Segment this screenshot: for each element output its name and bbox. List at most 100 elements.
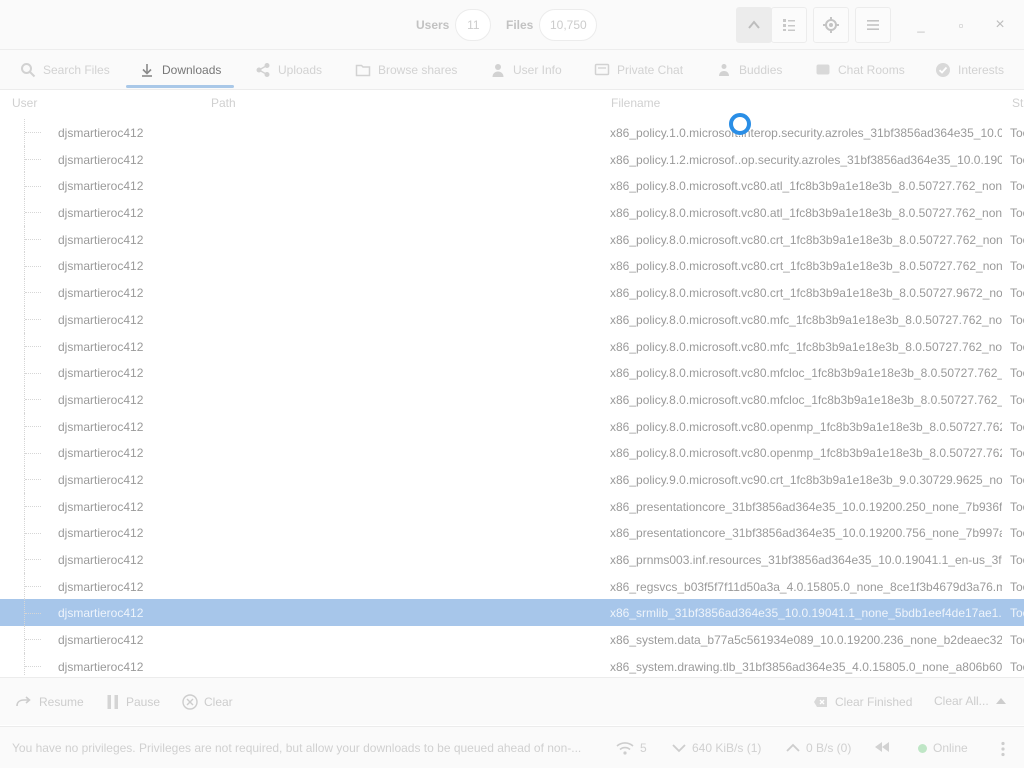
table-row[interactable]: djsmartieroc412 x86_policy.8.0.microsoft.…	[0, 385, 1024, 413]
table-row[interactable]: djsmartieroc412 x86_policy.8.0.microsoft.…	[0, 439, 1024, 466]
row-user: djsmartieroc412	[58, 366, 144, 381]
row-status: Too	[1010, 286, 1024, 301]
clear-all-label: Clear All...	[934, 694, 989, 708]
maximize-button[interactable]: ▫	[950, 14, 972, 36]
column-header-filename[interactable]: Filename	[611, 96, 660, 110]
table-row[interactable]: djsmartieroc412 x86_presentationcore_31bf…	[0, 492, 1024, 520]
tree-line	[25, 559, 41, 561]
upload-speed[interactable]: 0 B/s (0)	[786, 741, 851, 755]
tree-line	[25, 159, 41, 161]
row-status: Too	[1010, 659, 1024, 674]
download-speed[interactable]: 640 KiB/s (1)	[672, 741, 761, 755]
list-view-button[interactable]	[771, 7, 807, 43]
status-message: You have no privileges. Privileges are n…	[12, 741, 582, 755]
tab-uploads[interactable]: Uploads	[255, 50, 322, 90]
column-header-path[interactable]: Path	[211, 96, 236, 110]
row-status: Too	[1010, 419, 1024, 434]
row-user: djsmartieroc412	[58, 526, 144, 541]
tab-private-chat[interactable]: Private Chat	[594, 50, 683, 90]
clear-all-button[interactable]: Clear All...	[934, 694, 1007, 708]
chat-icon	[594, 63, 610, 76]
row-user: djsmartieroc412	[58, 392, 144, 407]
table-row[interactable]: djsmartieroc412 x86_policy.1.0.microsoft.…	[0, 119, 1024, 146]
tab-browse-shares[interactable]: Browse shares	[355, 50, 457, 90]
tree-line	[25, 239, 41, 241]
column-header-user[interactable]: User	[12, 96, 37, 110]
row-status: Too	[1010, 232, 1024, 247]
row-filename: x86_policy.8.0.microsoft.vc80.crt_1fc8b3…	[610, 286, 1002, 301]
tree-line	[25, 505, 41, 507]
clear-label: Clear	[204, 695, 233, 709]
away-toggle-button[interactable]	[874, 741, 890, 753]
table-row[interactable]: djsmartieroc412 x86_system.drawing.tlb_31…	[0, 652, 1024, 676]
table-row[interactable]: djsmartieroc412 x86_presentationcore_31bf…	[0, 519, 1024, 546]
tab-chat-rooms[interactable]: Chat Rooms	[815, 50, 905, 90]
tree-line	[25, 666, 41, 668]
table-row[interactable]: djsmartieroc412 x86_policy.8.0.microsoft.…	[0, 172, 1024, 200]
connections-indicator[interactable]: 5	[616, 741, 647, 755]
table-row[interactable]: djsmartieroc412 x86_policy.8.0.microsoft.…	[0, 332, 1024, 360]
pause-button[interactable]: Pause	[106, 694, 160, 710]
clear-button[interactable]: Clear	[182, 694, 233, 710]
buddies-icon	[719, 64, 729, 76]
row-user: djsmartieroc412	[58, 659, 144, 674]
menu-button[interactable]	[855, 7, 891, 43]
table-row[interactable]: djsmartieroc412 x86_regsvcs_b03f5f7f11d50…	[0, 572, 1024, 600]
table-row[interactable]: djsmartieroc412 x86_policy.8.0.microsoft.…	[0, 305, 1024, 333]
more-options-button[interactable]	[1000, 741, 1006, 757]
wifi-icon	[616, 742, 634, 755]
row-filename: x86_policy.8.0.microsoft.vc80.openmp_1fc…	[610, 446, 1002, 461]
row-status: Too	[1010, 392, 1024, 407]
table-row[interactable]: djsmartieroc412 x86_policy.8.0.microsoft.…	[0, 359, 1024, 386]
tab-user-info[interactable]: User Info	[490, 50, 562, 90]
minimize-button[interactable]: _	[910, 14, 932, 36]
tab-search-files[interactable]: Search Files	[20, 50, 110, 90]
tab-interests[interactable]: Interests	[935, 50, 1004, 90]
close-button[interactable]: ×	[989, 14, 1011, 36]
table-row[interactable]: djsmartieroc412 x86_policy.8.0.microsoft.…	[0, 412, 1024, 440]
row-status: Too	[1010, 499, 1024, 514]
tab-downloads[interactable]: Downloads	[126, 50, 234, 90]
row-status: Too	[1010, 472, 1024, 487]
download-speed-value: 640 KiB/s (1)	[692, 741, 762, 755]
table-row[interactable]: djsmartieroc412 x86_policy.8.0.microsoft.…	[0, 199, 1024, 226]
table-row[interactable]: djsmartieroc412 x86_policy.8.0.microsoft.…	[0, 279, 1024, 306]
table-row[interactable]: djsmartieroc412 x86_srmlib_31bf3856ad364e…	[0, 599, 1024, 627]
share-icon	[256, 63, 270, 77]
row-user: djsmartieroc412	[58, 286, 144, 301]
list-icon	[783, 19, 795, 31]
table-row[interactable]: djsmartieroc412 x86_system.data_b77a5c561…	[0, 626, 1024, 653]
table-row[interactable]: djsmartieroc412 x86_policy.8.0.microsoft.…	[0, 225, 1024, 253]
files-stat: Files 10,750	[506, 9, 598, 41]
collapse-button[interactable]	[736, 7, 772, 43]
tree-line	[25, 345, 41, 347]
table-row[interactable]: djsmartieroc412 x86_policy.1.2.microsof..…	[0, 145, 1024, 173]
row-filename: x86_policy.8.0.microsoft.vc80.mfcloc_1fc…	[610, 366, 1002, 381]
tab-buddies[interactable]: Buddies	[716, 50, 782, 90]
tab-label: Private Chat	[617, 63, 684, 77]
folder-icon	[355, 64, 371, 77]
row-user: djsmartieroc412	[58, 446, 144, 461]
table-row[interactable]: djsmartieroc412 x86_prnms003.inf.resource…	[0, 546, 1024, 573]
column-headers: User Path Filename Status	[0, 90, 1024, 116]
chevron-down-icon	[672, 744, 686, 753]
table-row[interactable]: djsmartieroc412 x86_policy.9.0.microsoft.…	[0, 465, 1024, 493]
resume-button[interactable]: Resume	[15, 694, 84, 710]
preferences-button[interactable]	[813, 7, 849, 43]
table-row[interactable]: djsmartieroc412 x86_policy.8.0.microsoft.…	[0, 252, 1024, 280]
clear-finished-button[interactable]: Clear Finished	[813, 694, 912, 710]
row-status: Too	[1010, 339, 1024, 354]
rewind-icon	[875, 742, 889, 752]
online-label: Online	[933, 741, 968, 755]
row-filename: x86_policy.8.0.microsoft.vc80.atl_1fc8b3…	[610, 206, 1002, 221]
check-icon	[936, 63, 950, 77]
kebab-menu-icon	[1001, 741, 1005, 757]
row-user: djsmartieroc412	[58, 419, 144, 434]
tree-line	[25, 479, 41, 481]
status-message-text: You have no privileges. Privileges are n…	[12, 741, 582, 755]
column-header-status[interactable]: Status	[1012, 96, 1024, 110]
row-user: djsmartieroc412	[58, 579, 144, 594]
row-status: Too	[1010, 606, 1024, 621]
online-status[interactable]: Online	[918, 741, 968, 755]
users-count: 11	[455, 9, 492, 41]
